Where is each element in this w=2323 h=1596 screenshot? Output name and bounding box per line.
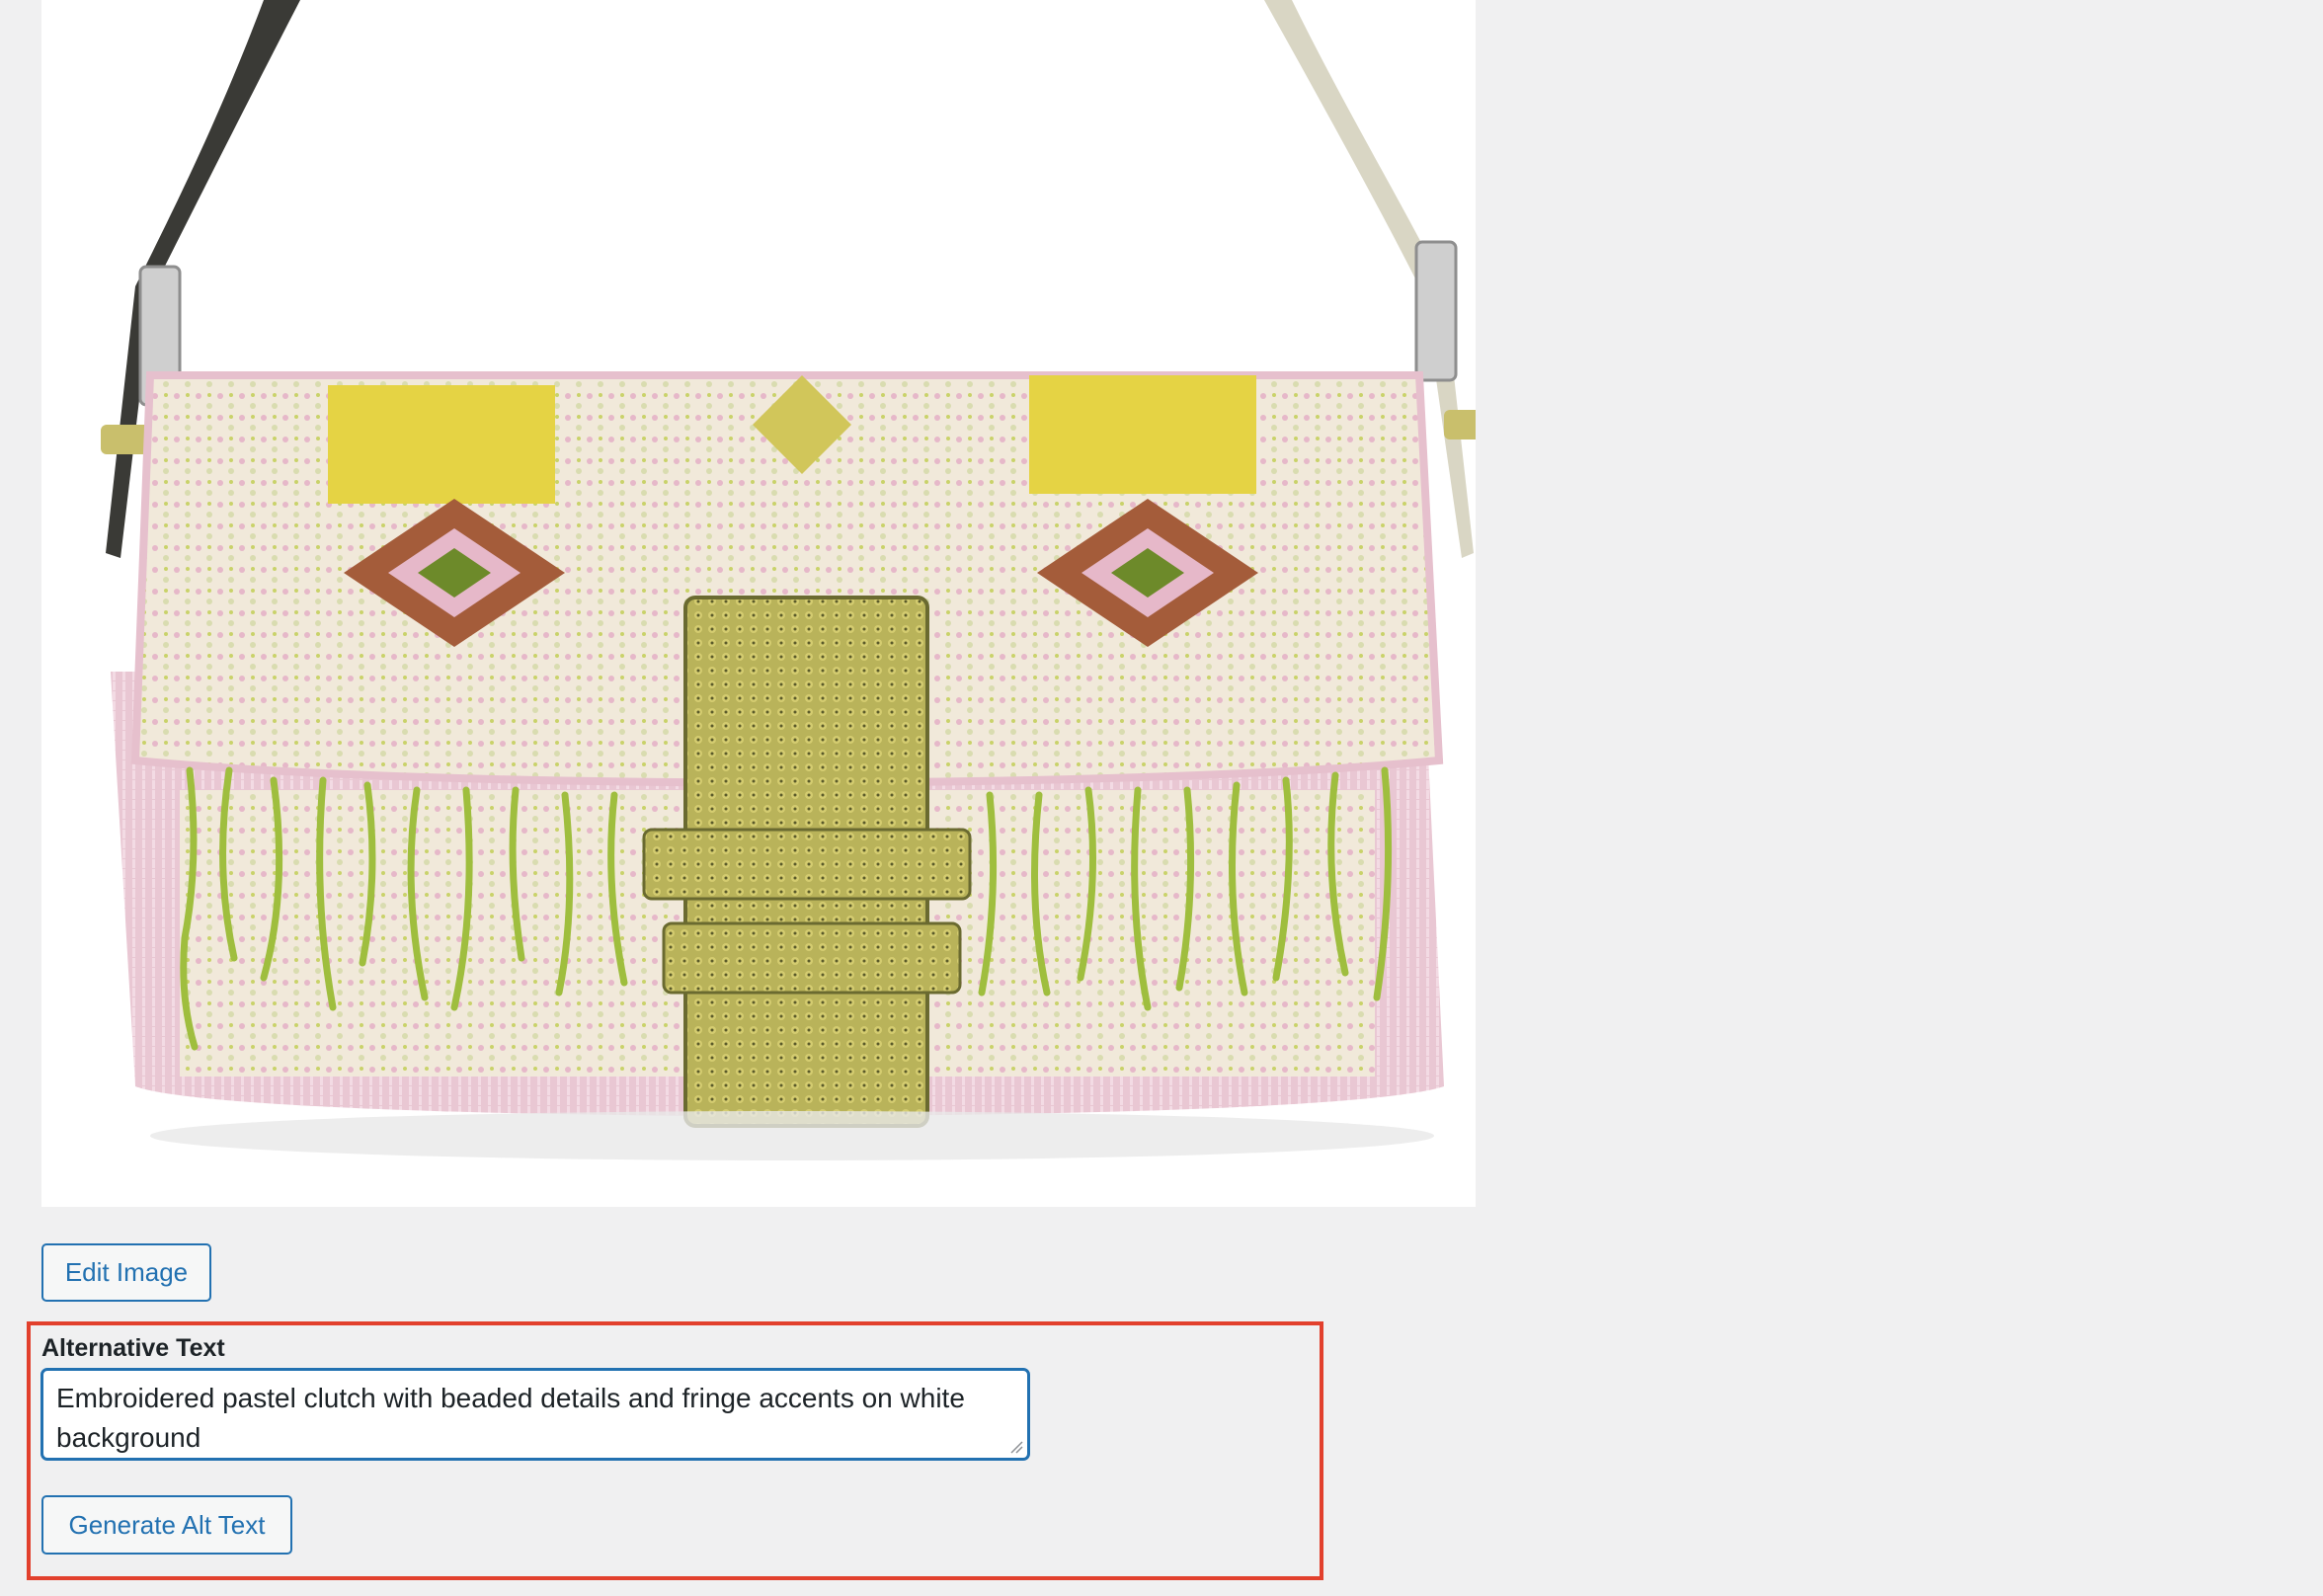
alt-text-textarea[interactable]: Embroidered pastel clutch with beaded de… <box>40 1368 1030 1461</box>
alt-text-value: Embroidered pastel clutch with beaded de… <box>56 1383 965 1453</box>
beaded-handbag-image <box>101 0 1476 1160</box>
attachment-image-preview <box>41 0 1476 1207</box>
resize-handle-icon[interactable] <box>1009 1440 1023 1454</box>
generate-alt-text-button[interactable]: Generate Alt Text <box>41 1495 292 1555</box>
alt-text-label: Alternative Text <box>41 1334 225 1362</box>
edit-image-button[interactable]: Edit Image <box>41 1243 211 1302</box>
